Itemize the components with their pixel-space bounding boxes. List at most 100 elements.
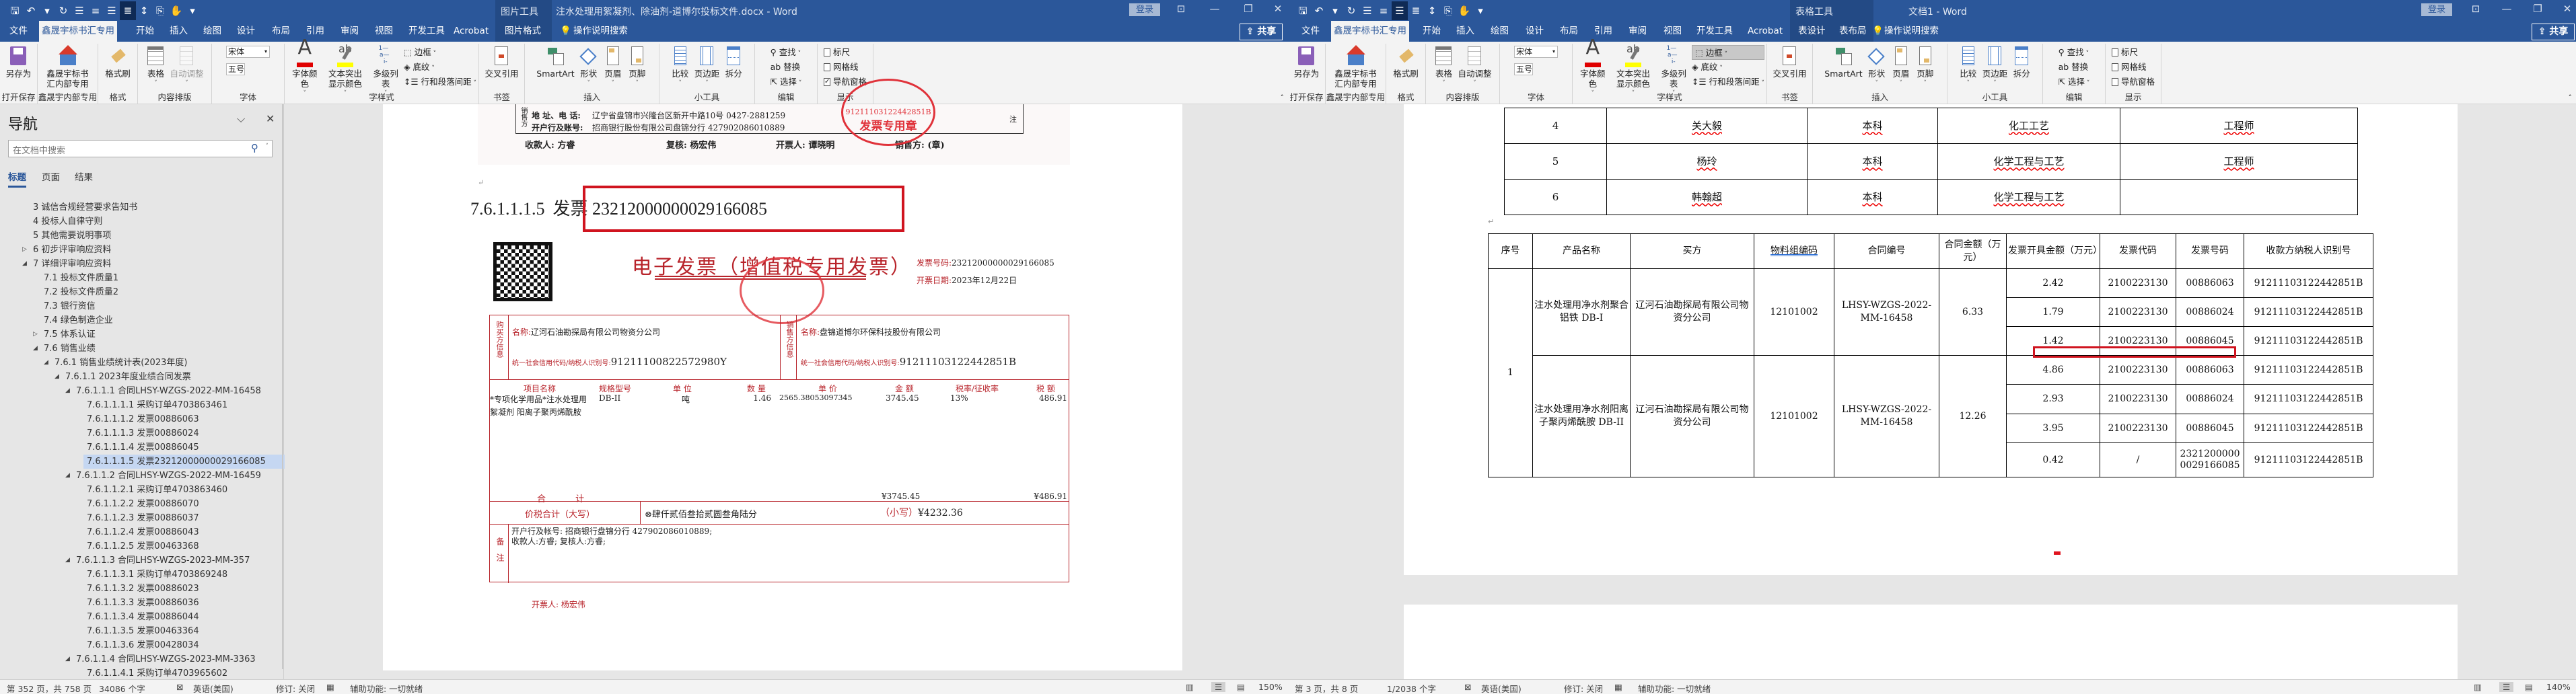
- nav-heading-item[interactable]: ▷ 6 初步评审响应资料: [22, 243, 131, 257]
- sign-in-button[interactable]: 登录: [2421, 3, 2452, 16]
- staff-cell[interactable]: 工程师: [2120, 108, 2358, 144]
- nav-heading-item[interactable]: ▷ 7.5 体系认证: [33, 327, 116, 342]
- replace-button[interactable]: ab 替换: [2059, 60, 2090, 75]
- context-tab-1[interactable]: 表布局: [1839, 21, 1867, 42]
- align-right-icon[interactable]: ☰: [104, 1, 120, 20]
- select-button[interactable]: ⇱ 选择 ˅: [771, 75, 802, 89]
- invoice-code-cell[interactable]: 2100223130: [2100, 384, 2176, 414]
- tab-1[interactable]: 鑫晟宇标书汇专用: [39, 21, 117, 42]
- nav-heading-item[interactable]: 7.6.1.1.3.5 发票00463364: [76, 624, 219, 638]
- replace-button[interactable]: ab 替换: [771, 60, 802, 75]
- select-button[interactable]: ⇱ 选择 ˅: [2059, 75, 2090, 89]
- sales-header-cell[interactable]: 物料组编码: [1754, 233, 1834, 269]
- page-count[interactable]: 第 352 页，共 758 页: [7, 682, 92, 694]
- invoice-code-cell[interactable]: 2100223130: [2100, 268, 2176, 298]
- checkbox-2[interactable]: 导航窗格: [2111, 75, 2155, 89]
- redo-icon[interactable]: ↻: [1343, 1, 1359, 20]
- align-center-icon[interactable]: ≡: [1375, 1, 1392, 20]
- sales-header-cell[interactable]: 收款方纳税人识别号: [2244, 233, 2373, 269]
- checkbox-box[interactable]: [823, 63, 830, 71]
- invoice-code-cell[interactable]: /: [2100, 442, 2176, 477]
- invoice-number-cell[interactable]: 00886063: [2176, 268, 2244, 298]
- tab-11[interactable]: Acrobat: [1748, 21, 1783, 42]
- nav-heading-item[interactable]: 7.6.1.1.1.1 采购订单4703863461: [76, 398, 248, 412]
- tab-11[interactable]: Acrobat: [454, 21, 489, 42]
- chevron-down-icon[interactable]: ˅: [266, 143, 269, 150]
- border-button[interactable]: ⬚ 边框 ˅: [1691, 45, 1764, 60]
- undo-icon[interactable]: ↶: [23, 1, 39, 20]
- nav-search-input[interactable]: 在文档中搜索 ⚲ ˅: [8, 140, 273, 157]
- invoice-number-cell[interactable]: 00886063: [2176, 355, 2244, 385]
- align-left-icon[interactable]: ☰: [1359, 1, 1375, 20]
- line-paragraph-spacing-button[interactable]: ↕☰ 行和段落间距 ˅: [1692, 75, 1764, 89]
- product-cell[interactable]: 注水处理用净水剂阳离子聚丙烯酰胺 DB-II: [1532, 355, 1631, 477]
- share-button[interactable]: ⇪ 共享: [2532, 24, 2575, 40]
- checkbox-0[interactable]: 标尺: [823, 45, 867, 60]
- zoom-level[interactable]: 150%: [1258, 682, 1283, 692]
- nav-heading-item[interactable]: 7.6.1.1.2.2 发票00886070: [76, 497, 219, 511]
- sales-header-cell[interactable]: 发票开具金额（万元）: [2006, 233, 2100, 269]
- font-name-select[interactable]: 宋体 ▾: [226, 46, 270, 58]
- sales-header-cell[interactable]: 合同编号: [1834, 233, 1939, 269]
- nav-tab-0[interactable]: 标题: [8, 169, 26, 188]
- vertical-scrollbar[interactable]: [1279, 104, 1288, 679]
- nav-options-chevron-icon[interactable]: ⌵: [237, 112, 245, 126]
- staff-cell[interactable]: 本科: [1807, 108, 1938, 144]
- sales-header-cell[interactable]: 合同金额（万元）: [1939, 233, 2007, 269]
- nav-heading-item[interactable]: 7.6.1.1.3.3 发票00886036: [76, 596, 219, 610]
- expanded-triangle-icon[interactable]: ◢: [55, 370, 59, 384]
- find-button[interactable]: ⚲ 查找 ˅: [2059, 45, 2090, 60]
- checkbox-0[interactable]: 标尺: [2111, 45, 2155, 60]
- tab-6[interactable]: 布局: [272, 21, 290, 42]
- nav-heading-item[interactable]: 7.6.1.1.2.4 发票00886043: [76, 525, 219, 539]
- border-button[interactable]: ⬚ 边框 ˅: [404, 45, 476, 60]
- staff-cell[interactable]: 本科: [1807, 179, 1938, 215]
- align-left-icon[interactable]: ☰: [71, 1, 87, 20]
- invoice-amount-cell[interactable]: 2.93: [2006, 384, 2100, 414]
- nav-heading-item[interactable]: 5 其他需要说明事项: [22, 229, 131, 243]
- expanded-triangle-icon[interactable]: ◢: [65, 553, 70, 568]
- nav-scrollbar[interactable]: [282, 104, 283, 669]
- nav-heading-item[interactable]: 7.6.1.1.1.3 发票00886024: [76, 426, 219, 440]
- nav-heading-item[interactable]: 3 诚信合规经营要求告知书: [22, 200, 157, 215]
- staff-cell[interactable]: 化工工艺: [1937, 108, 2120, 144]
- close-button[interactable]: ✕: [1268, 3, 1288, 15]
- invoice-code-cell[interactable]: 2100223130: [2100, 355, 2176, 385]
- nav-heading-item[interactable]: 7.6.1.1.3.1 采购订单4703869248: [76, 568, 248, 582]
- context-tab-0[interactable]: 表设计: [1798, 21, 1826, 42]
- buyer-cell[interactable]: 辽河石油勘探局有限公司物资分公司: [1630, 355, 1754, 477]
- nav-heading-item[interactable]: 7.6.1.1.1.2 发票00886063: [76, 412, 219, 426]
- nav-heading-item[interactable]: ◢ 7.6.1 销售业绩统计表(2023年度): [44, 356, 207, 370]
- tell-me-search[interactable]: 操作说明搜索: [573, 21, 628, 42]
- invoice-amount-cell[interactable]: 1.79: [2006, 297, 2100, 327]
- accessibility-status[interactable]: 辅助功能: 一切就绪: [1638, 682, 1711, 694]
- staff-cell[interactable]: 杨玲: [1606, 143, 1808, 180]
- invoice-amount-cell[interactable]: 3.95: [2006, 414, 2100, 443]
- expanded-triangle-icon[interactable]: ◢: [65, 469, 70, 483]
- tab-5[interactable]: 设计: [237, 21, 255, 42]
- invoice-code-cell[interactable]: 2100223130: [2100, 414, 2176, 443]
- read-mode-icon[interactable]: ▥: [2474, 682, 2482, 692]
- expanded-triangle-icon[interactable]: ◢: [65, 384, 70, 398]
- checkbox-box[interactable]: [2111, 48, 2118, 56]
- collapsed-triangle-icon[interactable]: ▷: [33, 327, 38, 342]
- invoice-taxid-cell[interactable]: 91211103122442851B: [2244, 414, 2373, 443]
- sales-header-cell[interactable]: 产品名称: [1532, 233, 1631, 269]
- line-spacing-icon[interactable]: ↕: [136, 1, 152, 20]
- invoice-taxid-cell[interactable]: 91211103122442851B: [2244, 326, 2373, 356]
- nav-tab-2[interactable]: 结果: [75, 169, 93, 183]
- tell-me-search[interactable]: 操作说明搜索: [1884, 21, 1939, 42]
- justify-icon[interactable]: ≣: [120, 1, 136, 20]
- tab-3[interactable]: 插入: [1456, 21, 1474, 42]
- track-changes[interactable]: 修订: 关闭: [276, 682, 315, 694]
- restore-button[interactable]: ❐: [1238, 3, 1258, 15]
- staff-cell[interactable]: 化学工程与工艺: [1937, 143, 2120, 180]
- print-layout-icon[interactable]: ☰: [1211, 682, 1226, 692]
- expanded-triangle-icon[interactable]: ◢: [65, 652, 70, 666]
- checkbox-box[interactable]: [2111, 78, 2118, 86]
- accessibility-status[interactable]: 辅助功能: 一切就绪: [350, 682, 423, 694]
- staff-cell[interactable]: 韩翰超: [1606, 179, 1808, 215]
- redo-icon[interactable]: ↻: [55, 1, 71, 20]
- invoice-number-cell[interactable]: 23212000000029166085: [2176, 442, 2244, 477]
- nav-heading-item[interactable]: 7.6.1.1.1.4 发票00886045: [76, 440, 219, 455]
